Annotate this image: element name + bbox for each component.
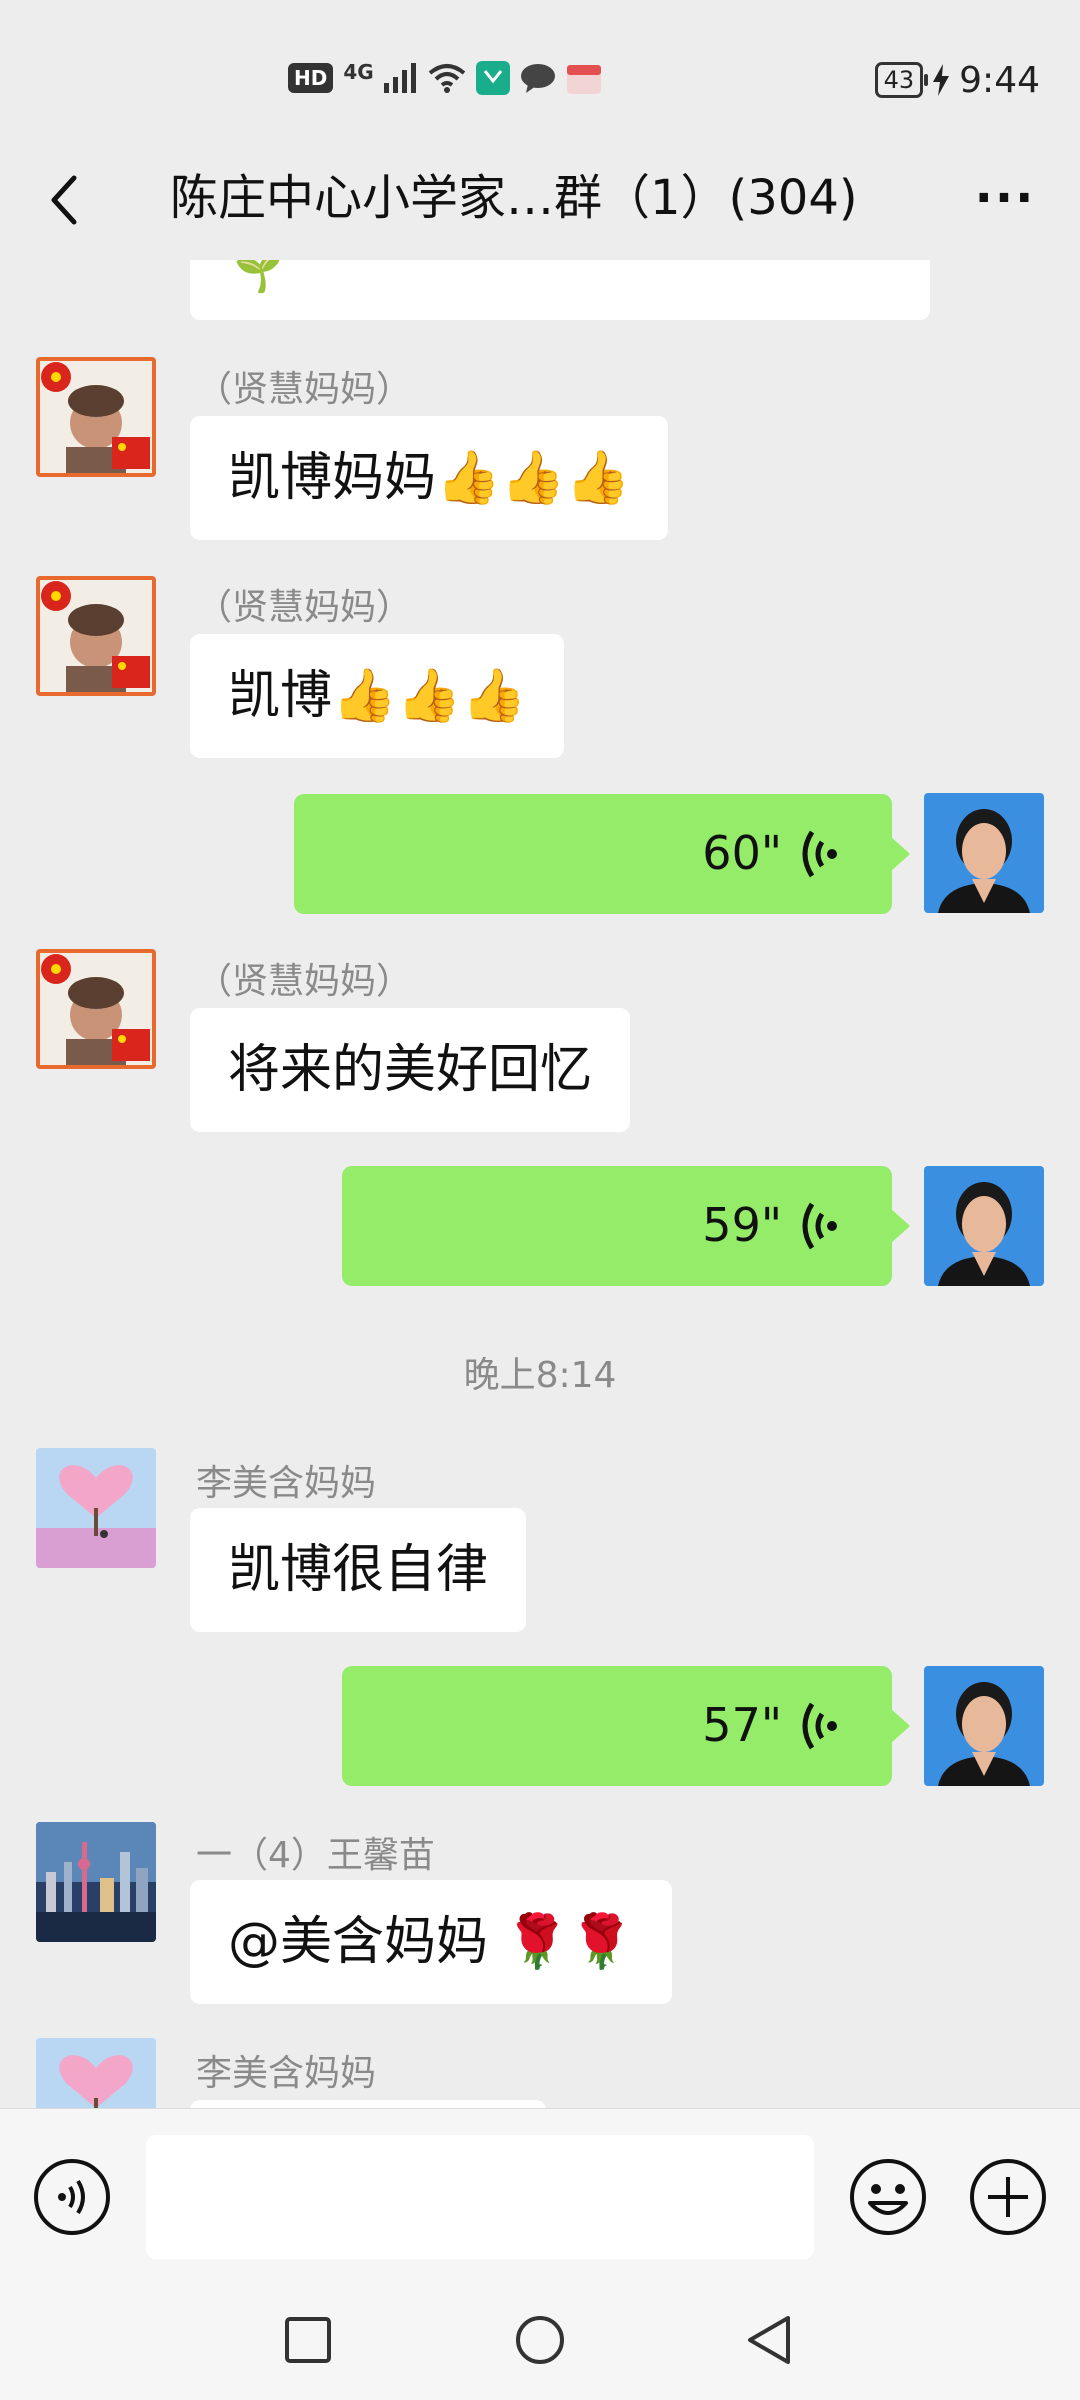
more-icon[interactable]: ··· [970, 168, 1040, 228]
voice-duration: 57" [702, 1698, 782, 1752]
voice-duration: 59" [702, 1198, 782, 1252]
signal-icon [383, 63, 416, 93]
message-bubble[interactable]: 凯博👍👍👍 [190, 634, 565, 758]
avatar[interactable] [36, 949, 156, 1069]
input-bar [0, 2108, 1080, 2289]
voice-duration: 60" [702, 826, 782, 880]
my-avatar[interactable] [924, 1166, 1044, 1286]
voice-wave-icon [802, 1202, 837, 1250]
voice-message-bubble[interactable]: 57" [342, 1666, 910, 1786]
status-right: 43 9:44 [874, 58, 1040, 102]
network-label: 4G [343, 60, 374, 84]
message-input[interactable] [146, 2135, 814, 2259]
chat-title: 陈庄中心小学家…群（1）(304) [170, 170, 858, 226]
hd-badge: HD [288, 63, 334, 93]
partial-message-text: 🌱 [234, 260, 284, 295]
voice-wave-icon [802, 830, 837, 878]
partial-message-bubble[interactable]: 🌱 [190, 260, 930, 320]
voice-message-bubble[interactable]: 59" [342, 1166, 910, 1286]
app-notification-icon [475, 61, 510, 95]
chat-notification-icon [520, 64, 555, 93]
avatar[interactable] [36, 357, 156, 477]
message-list[interactable]: 🌱 （贤慧妈妈） 凯博妈妈👍👍👍 （贤慧妈妈） 凯博👍👍👍 60" （贤慧妈妈）… [0, 260, 1080, 2108]
avatar[interactable] [36, 1448, 156, 1568]
message-bubble[interactable] [190, 2100, 546, 2108]
my-avatar[interactable] [924, 1666, 1044, 1786]
sender-name: 李美含妈妈 [196, 2053, 377, 2094]
avatar[interactable] [36, 576, 156, 696]
nav-square-icon[interactable] [284, 2316, 332, 2364]
calendar-notification-icon [566, 65, 601, 94]
wifi-icon [428, 64, 465, 93]
battery-indicator: 43 [874, 62, 928, 98]
sender-name: （贤慧妈妈） [196, 369, 413, 410]
system-nav-bar [0, 2288, 1080, 2400]
status-bar: HD 4G 43 9:44 [0, 0, 1080, 160]
chat-header: 陈庄中心小学家…群（1）(304) ··· [0, 138, 1080, 256]
my-avatar[interactable] [924, 793, 1044, 913]
back-icon[interactable] [40, 170, 100, 230]
sender-name: （贤慧妈妈） [196, 961, 413, 1002]
emoji-icon[interactable] [848, 2157, 928, 2237]
message-bubble[interactable]: 将来的美好回忆 [190, 1008, 631, 1132]
sender-name: 一（4）王馨苗 [196, 1835, 435, 1876]
sender-name: （贤慧妈妈） [196, 587, 413, 628]
voice-wave-icon [802, 1702, 837, 1750]
status-icons: HD 4G [288, 56, 602, 100]
nav-back-icon[interactable] [744, 2314, 792, 2366]
voice-message-bubble[interactable]: 60" [294, 794, 910, 914]
timestamp: 晚上8:14 [463, 1355, 617, 1396]
avatar[interactable] [36, 1822, 156, 1942]
sender-name: 李美含妈妈 [196, 1463, 377, 1504]
voice-input-icon[interactable] [32, 2157, 112, 2237]
avatar[interactable] [36, 2038, 156, 2108]
message-bubble[interactable]: 凯博很自律 [190, 1508, 527, 1632]
clock: 9:44 [959, 59, 1040, 101]
message-bubble[interactable]: @美含妈妈 🌹🌹 [190, 1880, 673, 2004]
plus-icon[interactable] [968, 2157, 1048, 2237]
charging-icon [933, 64, 950, 96]
message-bubble[interactable]: 凯博妈妈👍👍👍 [190, 416, 669, 540]
nav-home-icon[interactable] [514, 2314, 566, 2366]
